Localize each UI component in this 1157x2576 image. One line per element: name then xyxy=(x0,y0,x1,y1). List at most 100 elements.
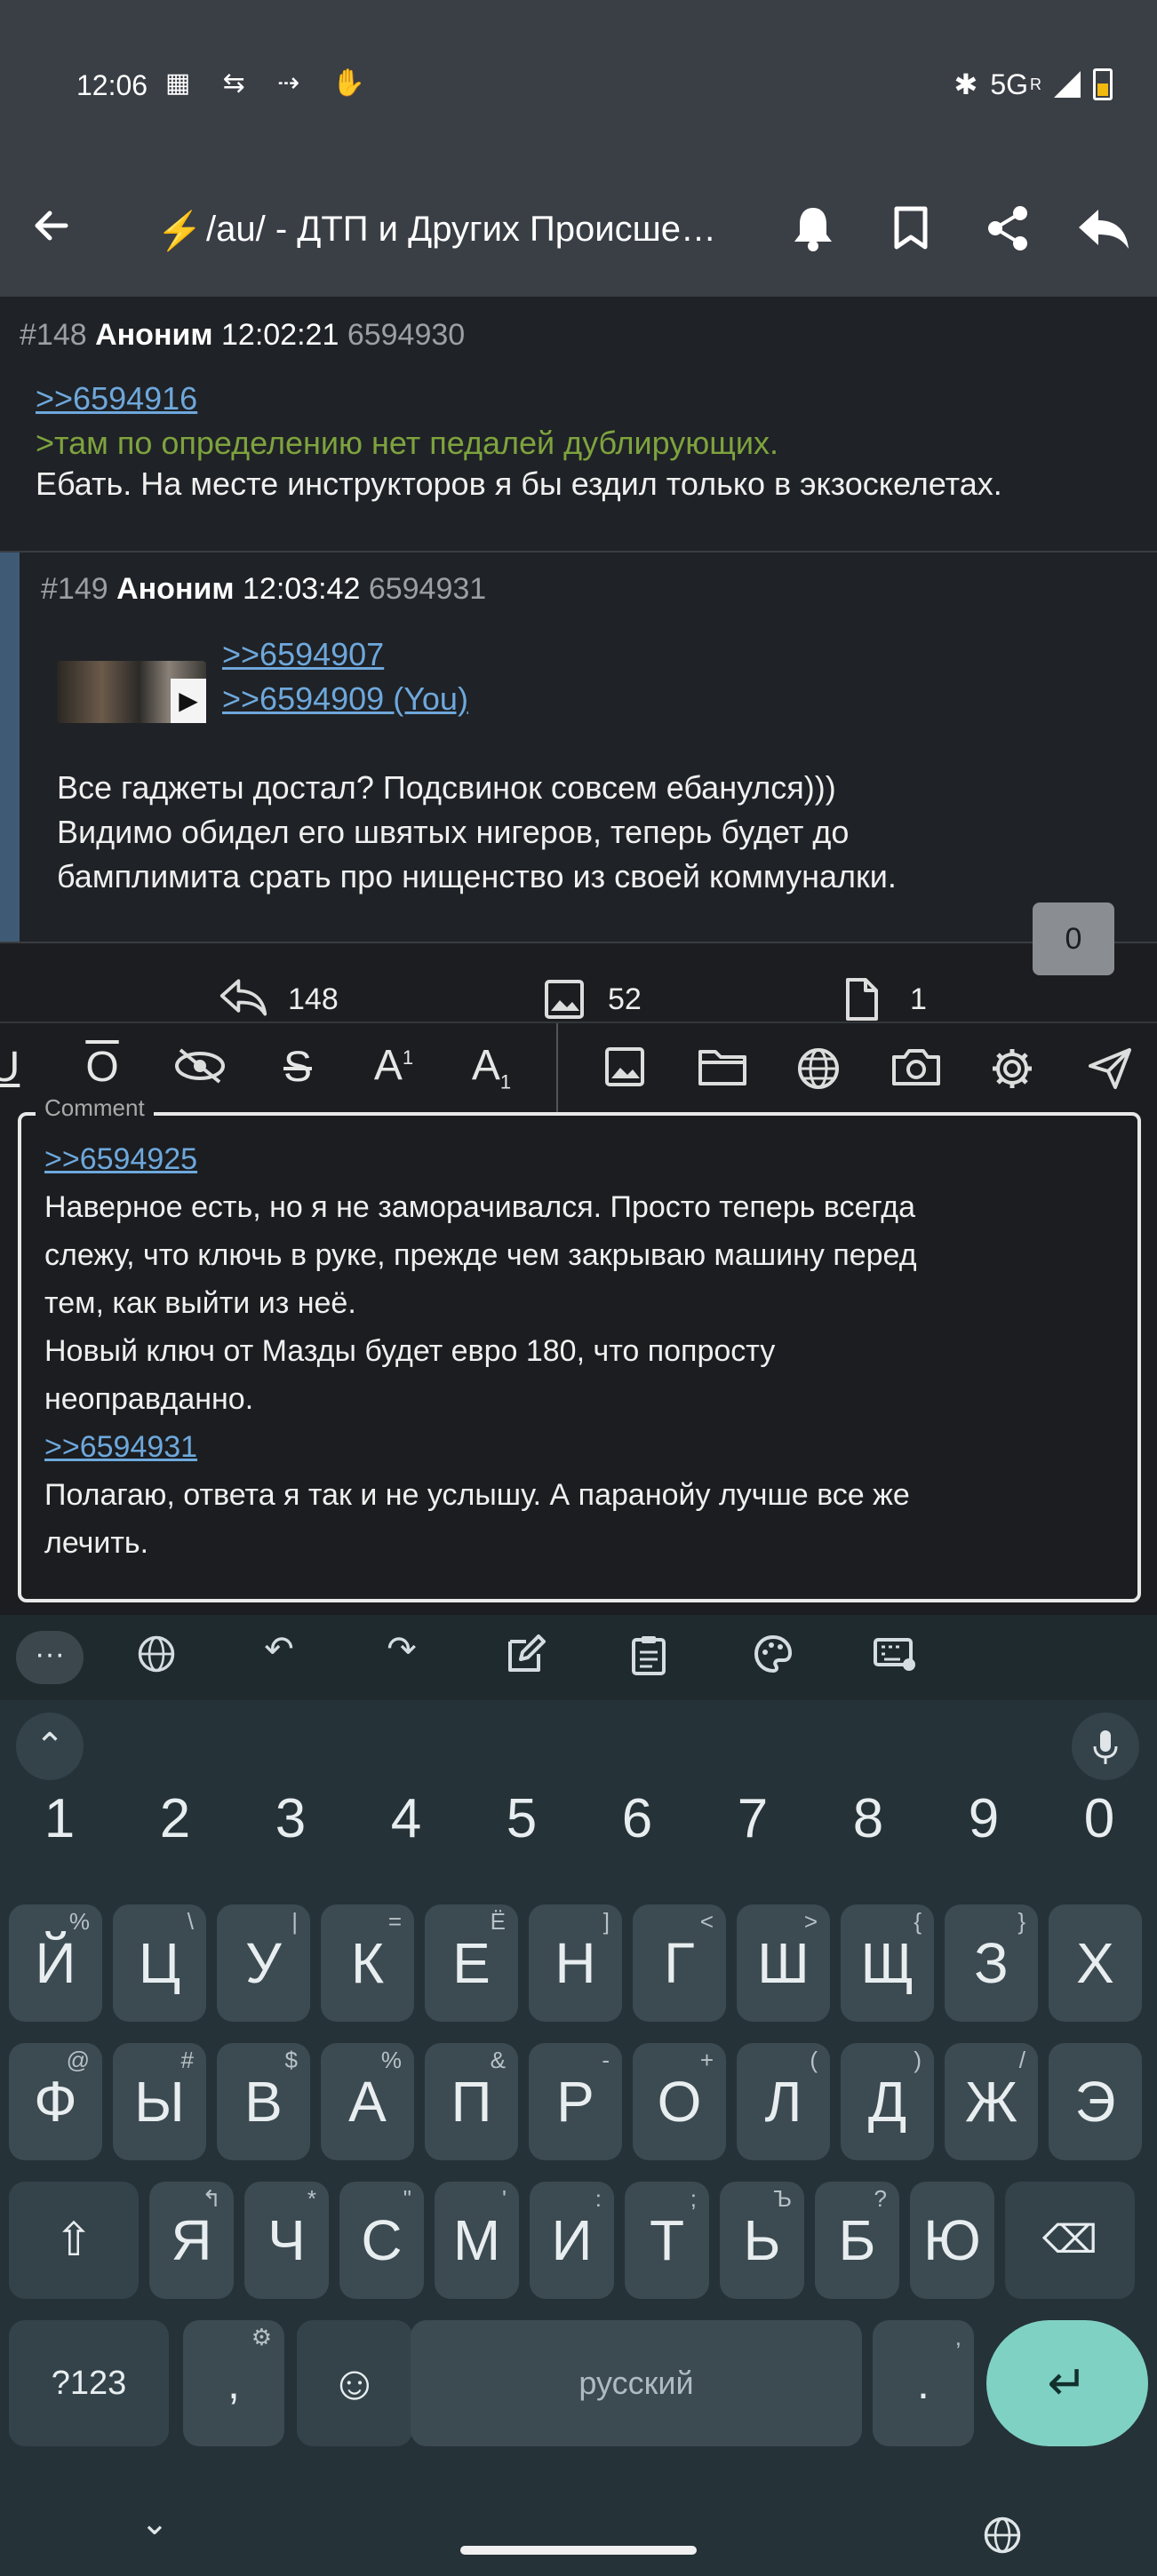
key-label: Ю xyxy=(923,2208,981,2272)
number-key[interactable]: 6 xyxy=(588,1787,686,1867)
number-key[interactable]: 3 xyxy=(242,1787,339,1867)
number-key[interactable]: 5 xyxy=(473,1787,571,1867)
key[interactable]: В $ xyxy=(217,2043,310,2160)
redo-icon[interactable]: ↷ xyxy=(366,1629,437,1670)
comma-key[interactable]: , ⚙ xyxy=(183,2320,284,2446)
key[interactable]: Ц \ xyxy=(113,1904,206,2022)
number-key[interactable]: 0 xyxy=(1050,1787,1148,1867)
reply-link[interactable]: >>6594907 xyxy=(222,636,384,673)
keyboard-settings-icon[interactable] xyxy=(860,1634,931,1682)
emoji-key[interactable]: ☺ xyxy=(297,2320,412,2446)
battery-icon xyxy=(1093,68,1113,100)
bell-icon[interactable] xyxy=(791,204,835,257)
play-icon[interactable]: ▶ xyxy=(171,679,206,723)
key[interactable]: Я ↰ xyxy=(149,2182,234,2299)
period-key[interactable]: . , xyxy=(873,2320,974,2446)
folder-icon[interactable] xyxy=(691,1046,754,1097)
post-id[interactable]: 6594931 xyxy=(369,572,486,606)
backspace-key[interactable]: ⌫ xyxy=(1005,2182,1135,2299)
key[interactable]: Р- xyxy=(529,2043,622,2160)
underline-icon[interactable]: U xyxy=(0,1043,36,1092)
comment-text[interactable]: >>6594925 Наверное есть, но я не заморач… xyxy=(44,1135,1111,1567)
key-label: Б xyxy=(838,2208,876,2272)
key[interactable]: З} xyxy=(945,1904,1038,2022)
spacebar[interactable]: русский xyxy=(411,2320,862,2446)
symbols-key[interactable]: ?123 xyxy=(9,2320,169,2446)
number-key[interactable]: 8 xyxy=(819,1787,917,1867)
number-key[interactable]: 7 xyxy=(704,1787,802,1867)
key[interactable]: Т; xyxy=(625,2182,709,2299)
keyboard: ··· ↶ ↷ ⌃ 1234567890 Й% Ц \ У | К = Е Ё Н] Г < Ш > Щ{З… xyxy=(0,1615,1157,2576)
post-id[interactable]: 6594930 xyxy=(347,318,465,352)
key[interactable]: Б? xyxy=(815,2182,899,2299)
key[interactable]: Х xyxy=(1049,1904,1142,2022)
palette-icon[interactable] xyxy=(738,1634,809,1682)
key[interactable]: С " xyxy=(339,2182,424,2299)
image-attach-icon[interactable] xyxy=(594,1046,656,1097)
key[interactable]: И: xyxy=(530,2182,614,2299)
key[interactable]: Ш > xyxy=(737,1904,830,2022)
key[interactable]: П & xyxy=(425,2043,518,2160)
key[interactable]: К = xyxy=(321,1904,414,2022)
key[interactable]: У | xyxy=(217,1904,310,2022)
key-label: З xyxy=(974,1931,1009,1995)
more-options-icon[interactable]: ··· xyxy=(16,1631,84,1684)
key[interactable]: Н] xyxy=(529,1904,622,2022)
camera-icon[interactable] xyxy=(885,1046,947,1097)
key[interactable]: Ф @ xyxy=(9,2043,102,2160)
comment-line: неоправданно. xyxy=(44,1382,254,1416)
key-hint: : xyxy=(594,2185,602,2212)
gesture-nav-handle[interactable] xyxy=(460,2546,697,2555)
reply-link[interactable]: >>6594916 xyxy=(36,380,197,417)
language-globe-icon[interactable] xyxy=(983,2516,1022,2559)
key[interactable]: Л( xyxy=(737,2043,830,2160)
subscript-icon[interactable]: A1 xyxy=(460,1041,523,1094)
number-key[interactable]: 2 xyxy=(126,1787,224,1867)
enter-key[interactable]: ↵ xyxy=(986,2320,1148,2446)
hide-keyboard-icon[interactable]: ⌄ xyxy=(140,2503,169,2543)
post-author: Аноним xyxy=(116,572,235,606)
reply-icon[interactable] xyxy=(1077,206,1130,255)
key[interactable]: Щ{ xyxy=(841,1904,934,2022)
comment-reply-link[interactable]: >>6594931 xyxy=(44,1423,1111,1471)
key[interactable]: ЬЪ xyxy=(720,2182,804,2299)
reply-link-you[interactable]: >>6594909 (You) xyxy=(222,680,468,718)
settings-gear-icon[interactable] xyxy=(981,1046,1043,1101)
collapse-toolbar-icon[interactable]: ⌃ xyxy=(16,1713,84,1780)
globe-icon[interactable] xyxy=(787,1046,850,1101)
key[interactable]: Й% xyxy=(9,1904,102,2022)
key[interactable]: Г < xyxy=(633,1904,726,2022)
key[interactable]: А% xyxy=(321,2043,414,2160)
key[interactable]: Э xyxy=(1049,2043,1142,2160)
key[interactable]: Ы # xyxy=(113,2043,206,2160)
share-icon[interactable] xyxy=(985,204,1031,257)
key[interactable]: М ' xyxy=(435,2182,519,2299)
greentext-quote: >там по определению нет педалей дублирую… xyxy=(36,425,778,461)
spoiler-eye-icon[interactable] xyxy=(169,1046,231,1095)
back-arrow-icon[interactable] xyxy=(30,204,73,258)
globe-icon[interactable] xyxy=(121,1634,192,1682)
number-key[interactable]: 1 xyxy=(11,1787,108,1867)
key[interactable]: ЕЁ xyxy=(425,1904,518,2022)
superscript-icon[interactable]: A1 xyxy=(363,1041,425,1090)
images-count: 52 xyxy=(608,982,642,1016)
overline-icon[interactable]: O xyxy=(71,1043,133,1092)
undo-icon[interactable]: ↶ xyxy=(243,1629,315,1670)
bookmark-icon[interactable] xyxy=(892,206,930,255)
number-key[interactable]: 4 xyxy=(357,1787,455,1867)
microphone-icon[interactable] xyxy=(1072,1713,1139,1780)
number-key[interactable]: 9 xyxy=(935,1787,1033,1867)
key[interactable]: О + xyxy=(633,2043,726,2160)
edit-icon[interactable] xyxy=(491,1634,562,1682)
shift-key[interactable]: ⇧ xyxy=(9,2182,139,2299)
comment-reply-link[interactable]: >>6594925 xyxy=(44,1135,1111,1183)
strikethrough-icon[interactable]: S xyxy=(267,1043,329,1092)
key[interactable]: Ч * xyxy=(244,2182,329,2299)
unread-badge[interactable]: 0 xyxy=(1033,902,1114,975)
send-icon[interactable] xyxy=(1079,1046,1141,1101)
key[interactable]: Д) xyxy=(841,2043,934,2160)
clipboard-icon[interactable] xyxy=(613,1634,684,1684)
key[interactable]: Ж / xyxy=(945,2043,1038,2160)
key[interactable]: Ю xyxy=(910,2182,994,2299)
video-thumbnail[interactable]: ▶ xyxy=(57,661,206,723)
